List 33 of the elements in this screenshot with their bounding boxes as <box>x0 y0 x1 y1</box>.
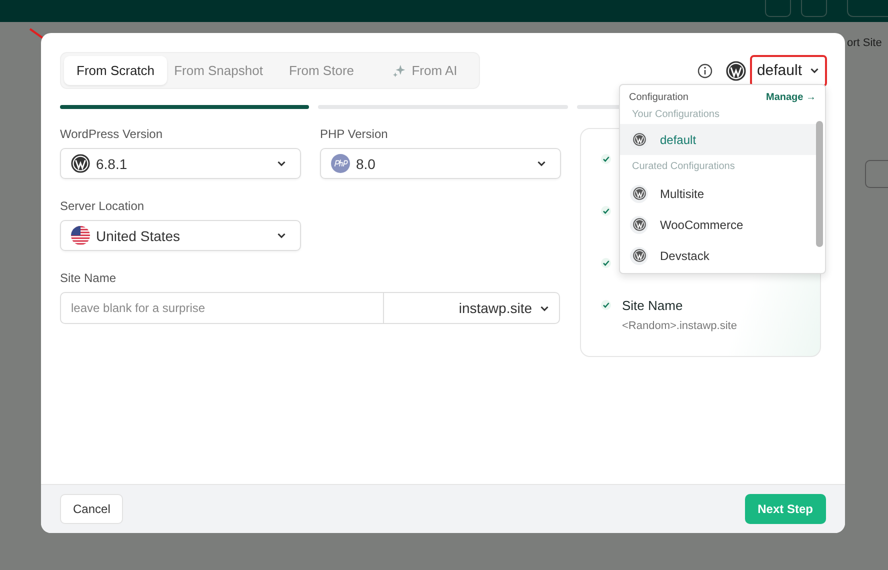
menu-item[interactable]: Multisite <box>620 178 816 209</box>
group-heading: Curated Configurations <box>631 160 736 174</box>
wordpress-logo-icon <box>632 249 646 262</box>
wordpress-logo-icon <box>632 218 646 231</box>
manage-link[interactable]: Manage → <box>766 92 816 103</box>
menu-item[interactable]: WooCommerce <box>620 209 816 240</box>
field-label: WordPress Version <box>60 127 164 141</box>
select-field[interactable]: United States <box>60 220 301 251</box>
tab[interactable]: From Scratch <box>64 56 167 85</box>
group-heading: Your Configurations <box>631 109 720 122</box>
wordpress-logo-icon <box>632 133 646 146</box>
summary-detail: <Random>.instawp.site <box>622 320 737 332</box>
flag-icon <box>71 226 90 245</box>
menu-item[interactable]: Devstack <box>620 240 816 271</box>
select-field[interactable]: 6.8.1 <box>60 148 301 179</box>
wordpress-logo-icon <box>71 154 90 173</box>
menu-title: Configuration <box>629 92 688 103</box>
select-field[interactable]: 8.0 <box>320 148 561 179</box>
menu-item[interactable]: default <box>620 124 816 155</box>
field-label: Server Location <box>60 199 146 213</box>
sparkle-icon <box>392 63 407 78</box>
import-site-button[interactable]: ort Site <box>847 37 882 49</box>
php-logo-icon <box>331 154 350 173</box>
wordpress-logo-icon <box>632 187 646 200</box>
summary-title: Site Name <box>622 298 684 313</box>
configuration-dropdown[interactable]: default <box>750 54 827 86</box>
field-label: PHP Version <box>320 127 389 141</box>
cancel-button[interactable]: Cancel <box>60 494 124 524</box>
wordpress-logo-icon <box>726 60 746 80</box>
site-name-field[interactable]: leave blank for a surprise <box>60 292 384 324</box>
field-label: Site Name <box>60 271 118 285</box>
domain-select[interactable]: instawp.site <box>384 292 560 324</box>
info-icon[interactable] <box>696 62 713 78</box>
